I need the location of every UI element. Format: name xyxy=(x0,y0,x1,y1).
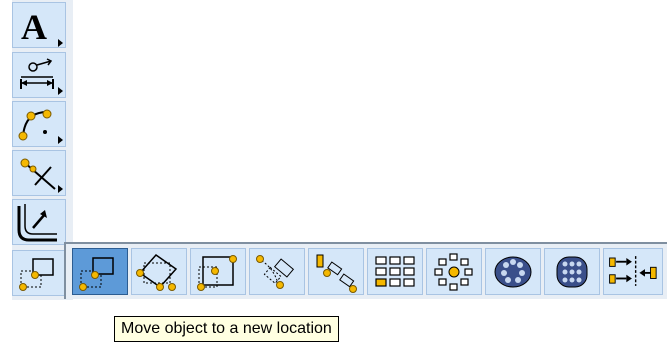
move-icon xyxy=(79,257,114,291)
rect-array-icon xyxy=(375,256,415,287)
move-icon xyxy=(19,258,54,291)
rotate-icon xyxy=(136,254,178,291)
rotate-button[interactable] xyxy=(131,248,187,295)
offset-copy-icon xyxy=(316,254,357,293)
copy-path-icon xyxy=(256,255,295,289)
cylindrical-pattern-button[interactable] xyxy=(544,248,600,295)
polar-pattern-button[interactable] xyxy=(485,248,541,295)
text-tool-button[interactable]: A xyxy=(12,2,66,48)
align-button[interactable] xyxy=(603,248,663,295)
align-icon xyxy=(609,256,657,286)
svg-text:A: A xyxy=(21,7,47,47)
trim-icon xyxy=(20,158,63,193)
cyl-pattern-icon xyxy=(556,256,588,288)
scale-button[interactable] xyxy=(190,248,246,295)
text-A-icon: A xyxy=(21,7,63,47)
dimension-icon xyxy=(20,58,63,95)
copy-along-path-button[interactable] xyxy=(249,248,305,295)
circular-array-button[interactable] xyxy=(426,248,482,295)
circ-array-icon xyxy=(434,253,473,291)
horizontal-flyout-toolbar xyxy=(64,242,667,299)
offset-copy-button[interactable] xyxy=(308,248,364,295)
arc-tool-button[interactable] xyxy=(12,101,66,147)
corner-fillet-tool-button[interactable] xyxy=(12,199,66,245)
tooltip: Move object to a new location xyxy=(114,316,339,342)
scale-icon xyxy=(197,255,237,291)
arc-icon xyxy=(18,109,63,144)
rectangular-array-button[interactable] xyxy=(367,248,423,295)
trim-tool-button[interactable] xyxy=(12,150,66,196)
move-button[interactable] xyxy=(72,248,128,295)
polar-pattern-icon xyxy=(494,256,532,288)
toolbar-edge xyxy=(0,0,12,300)
vertical-toolbar: A xyxy=(0,0,73,300)
fillet-icon xyxy=(17,204,57,242)
dimension-tool-button[interactable] xyxy=(12,52,66,98)
move-object-flyout-button[interactable] xyxy=(12,250,66,296)
